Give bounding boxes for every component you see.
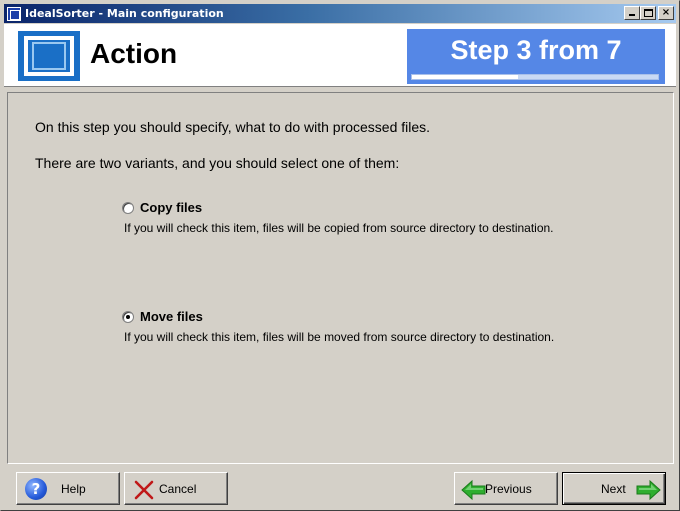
- intro-text: On this step you should specify, what to…: [35, 119, 431, 135]
- step-indicator: Step 3 from 7: [407, 29, 665, 84]
- step-progress-fill: [412, 75, 518, 79]
- title-bar[interactable]: IdealSorter - Main configuration ×: [4, 4, 676, 23]
- close-icon: ×: [661, 7, 671, 18]
- previous-button[interactable]: Previous: [454, 472, 558, 505]
- option-move-files[interactable]: Move files If you will check this item, …: [122, 309, 554, 344]
- page-title: Action: [90, 38, 178, 69]
- window-controls: ×: [624, 6, 674, 20]
- move-files-radio[interactable]: [122, 310, 134, 323]
- move-files-description: If you will check this item, files will …: [124, 330, 555, 344]
- main-window: IdealSorter - Main configuration × Actio…: [0, 0, 680, 511]
- arrow-right-icon: [636, 479, 661, 501]
- minimize-icon: [629, 14, 635, 16]
- logo-icon: [18, 31, 80, 81]
- minimize-button[interactable]: [624, 6, 640, 20]
- arrow-left-icon: [461, 479, 486, 501]
- content-panel: On this step you should specify, what to…: [7, 92, 674, 464]
- next-button[interactable]: Next: [562, 472, 666, 505]
- copy-files-description: If you will check this item, files will …: [124, 221, 554, 235]
- app-icon[interactable]: [7, 6, 21, 21]
- close-button[interactable]: ×: [658, 6, 674, 20]
- cancel-button-label: Cancel: [159, 482, 197, 496]
- move-files-label[interactable]: Move files: [140, 309, 203, 324]
- cancel-button[interactable]: Cancel: [124, 472, 228, 505]
- next-button-label: Next: [601, 482, 626, 496]
- maximize-button[interactable]: [640, 6, 656, 20]
- copy-files-label[interactable]: Copy files: [140, 200, 202, 215]
- prompt-text: There are two variants, and you should s…: [35, 155, 400, 171]
- step-progress-track: [411, 74, 659, 80]
- cancel-x-icon: [134, 480, 154, 500]
- wizard-header: Action Step 3 from 7: [4, 24, 676, 87]
- help-icon: ?: [25, 478, 47, 500]
- step-label: Step 3 from 7: [450, 35, 622, 65]
- window-title: IdealSorter - Main configuration: [25, 7, 224, 20]
- previous-button-label: Previous: [485, 482, 532, 496]
- button-bar: ? Help Cancel Previous Next: [4, 467, 676, 509]
- copy-files-radio[interactable]: [122, 201, 134, 214]
- option-copy-files[interactable]: Copy files If you will check this item, …: [122, 200, 554, 235]
- help-button[interactable]: ? Help: [16, 472, 120, 505]
- help-button-label: Help: [61, 482, 86, 496]
- maximize-icon: [644, 9, 653, 17]
